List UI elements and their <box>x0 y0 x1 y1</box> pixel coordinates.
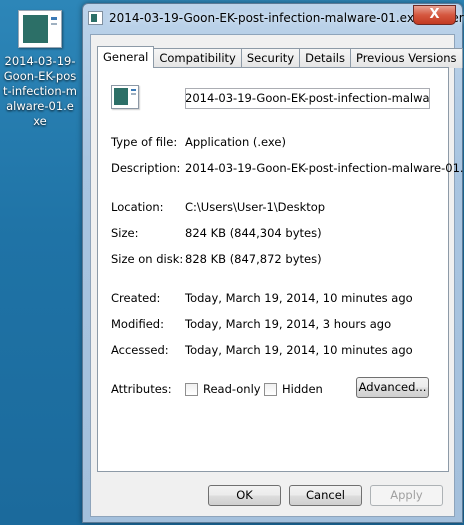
type-of-file-label: Type of file: <box>111 135 178 149</box>
window-title: 2014-03-19-Goon-EK-post-infection-malwar… <box>109 11 464 25</box>
general-tab-panel: 2014-03-19-Goon-EK-post-infection-malwar… <box>97 67 464 472</box>
close-button[interactable]: X <box>413 5 456 25</box>
description-label: Description: <box>111 161 181 175</box>
tab-previous-versions[interactable]: Previous Versions <box>349 48 463 68</box>
tab-general[interactable]: General <box>97 46 155 68</box>
divider <box>111 121 429 122</box>
desktop-icon-label: 2014-03-19-Goon-EK-post-infection-malwar… <box>3 54 77 128</box>
properties-window: 2014-03-19-Goon-EK-post-infection-malwar… <box>82 3 464 523</box>
size-value: 824 KB (844,304 bytes) <box>185 226 322 240</box>
divider <box>111 277 429 278</box>
desktop-file-icon[interactable]: 2014-03-19-Goon-EK-post-infection-malwar… <box>0 6 80 129</box>
hidden-checkbox-label[interactable]: Hidden <box>282 382 323 396</box>
attributes-label: Attributes: <box>111 382 172 396</box>
tab-security[interactable]: Security <box>240 48 301 68</box>
size-on-disk-label: Size on disk: <box>111 252 184 266</box>
cancel-button[interactable]: Cancel <box>289 485 362 506</box>
tab-details[interactable]: Details <box>299 48 351 68</box>
location-label: Location: <box>111 200 164 214</box>
exe-file-icon <box>18 10 62 48</box>
hidden-checkbox[interactable] <box>264 383 277 396</box>
title-bar[interactable]: 2014-03-19-Goon-EK-post-infection-malwar… <box>83 4 464 34</box>
readonly-checkbox-label[interactable]: Read-only <box>203 382 261 396</box>
advanced-button[interactable]: Advanced... <box>356 377 429 398</box>
tab-strip: General Compatibility Security Details Previ… <box>97 46 463 68</box>
ok-button[interactable]: OK <box>208 485 281 506</box>
size-on-disk-value: 828 KB (847,872 bytes) <box>185 252 322 266</box>
type-of-file-value: Application (.exe) <box>185 135 286 149</box>
size-label: Size: <box>111 226 139 240</box>
divider <box>111 186 429 187</box>
application-file-icon <box>111 85 139 109</box>
accessed-label: Accessed: <box>111 343 169 357</box>
location-value: C:\Users\User-1\Desktop <box>185 200 326 214</box>
filename-field[interactable]: 2014-03-19-Goon-EK-post-infection-malwar… <box>185 88 430 109</box>
divider <box>111 368 429 369</box>
readonly-checkbox[interactable] <box>185 383 198 396</box>
created-label: Created: <box>111 291 161 305</box>
modified-value: Today, March 19, 2014, 3 hours ago <box>185 317 392 331</box>
created-value: Today, March 19, 2014, 10 minutes ago <box>185 291 413 305</box>
tab-compatibility[interactable]: Compatibility <box>153 48 242 68</box>
modified-label: Modified: <box>111 317 164 331</box>
description-value: 2014-03-19-Goon-EK-post-infection-malwar… <box>185 161 464 175</box>
window-app-icon <box>88 11 103 25</box>
apply-button[interactable]: Apply <box>370 485 443 506</box>
accessed-value: Today, March 19, 2014, 10 minutes ago <box>185 343 413 357</box>
dialog-client-area: General Compatibility Security Details Previ… <box>90 34 464 517</box>
